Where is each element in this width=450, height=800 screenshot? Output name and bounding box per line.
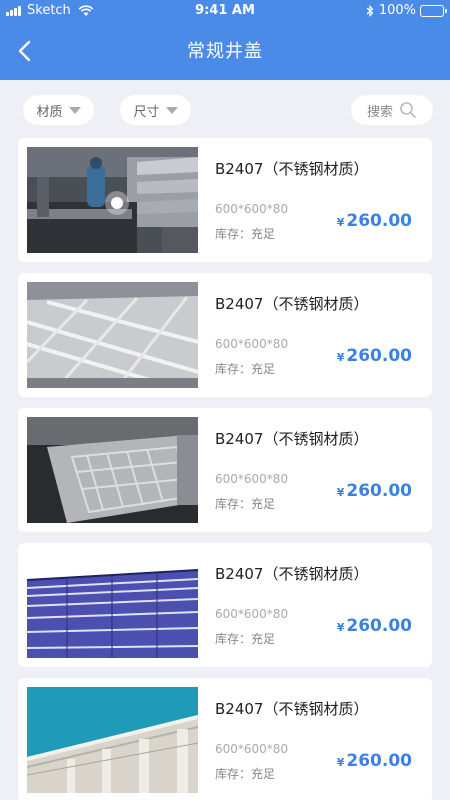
product-name: B2407（不锈钢材质） [215,430,369,448]
product-stock: 库存：充足 [215,632,276,646]
product-stock: 库存：充足 [215,227,276,241]
filter-bar: 材质 尺寸 搜索 [0,80,450,138]
battery-percent: 100% [378,3,416,18]
product-price: ¥260.00 [337,211,412,231]
product-image [27,552,198,658]
price-value: 260.00 [346,346,412,366]
product-spec: 600*600*80 [215,742,289,756]
product-card[interactable]: B2407（不锈钢材质） 600*600*80 库存：充足 ¥260.00 [18,543,432,667]
product-image [27,147,198,253]
product-spec: 600*600*80 [215,202,289,216]
bluetooth-icon [366,4,374,17]
product-stock: 库存：充足 [215,497,276,511]
product-spec: 600*600*80 [215,607,289,621]
price-value: 260.00 [346,616,412,636]
material-filter-label: 材质 [36,104,63,120]
currency-symbol: ¥ [336,621,345,634]
product-price: ¥260.00 [337,481,412,501]
size-filter-button[interactable]: 尺寸 [120,95,191,125]
product-list: B2407（不锈钢材质） 600*600*80 库存：充足 ¥260.00 B2… [18,138,432,800]
search-label: 搜索 [366,104,393,120]
product-name: B2407（不锈钢材质） [215,565,369,583]
status-bar: Sketch 9:41 AM 100% [0,0,450,22]
material-filter-button[interactable]: 材质 [23,95,94,125]
product-price: ¥260.00 [337,616,412,636]
product-name: B2407（不锈钢材质） [215,700,369,718]
price-value: 260.00 [346,751,412,771]
product-image [27,417,198,523]
product-price: ¥260.00 [337,751,412,771]
price-value: 260.00 [346,481,412,501]
price-value: 260.00 [346,211,412,231]
caret-down-icon [68,106,81,114]
product-stock: 库存：充足 [215,767,276,781]
product-card[interactable]: B2407（不锈钢材质） 600*600*80 库存：充足 ¥260.00 [18,273,432,397]
product-name: B2407（不锈钢材质） [215,295,369,313]
product-card[interactable]: B2407（不锈钢材质） 600*600*80 库存：充足 ¥260.00 [18,678,432,800]
battery-icon [420,4,447,17]
currency-symbol: ¥ [336,351,345,364]
product-price: ¥260.00 [337,346,412,366]
product-image [27,687,198,793]
product-name: B2407（不锈钢材质） [215,160,369,178]
search-icon [400,102,416,118]
currency-symbol: ¥ [336,756,345,769]
currency-symbol: ¥ [336,486,345,499]
product-card[interactable]: B2407（不锈钢材质） 600*600*80 库存：充足 ¥260.00 [18,138,432,262]
product-image [27,282,198,388]
product-spec: 600*600*80 [215,472,289,486]
product-stock: 库存：充足 [215,362,276,376]
caret-down-icon [165,106,178,114]
product-card[interactable]: B2407（不锈钢材质） 600*600*80 库存：充足 ¥260.00 [18,408,432,532]
page-title: 常规井盖 [187,41,263,62]
search-button[interactable]: 搜索 [351,95,433,125]
product-spec: 600*600*80 [215,337,289,351]
currency-symbol: ¥ [336,216,345,229]
header: Sketch 9:41 AM 100% 常规井盖 [0,0,450,80]
size-filter-label: 尺寸 [133,104,160,120]
